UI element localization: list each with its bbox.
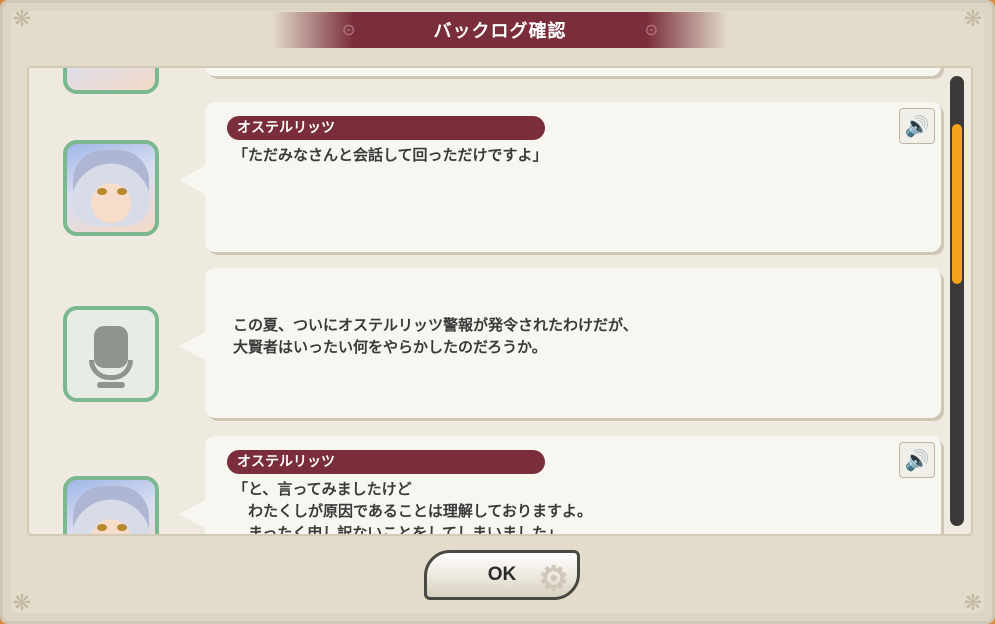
scrollbar[interactable] [950,76,964,526]
list-item: オステルリッツ 🔊 「と、言ってみましたけど わたくしが原因であることは理解して… [29,436,949,536]
speaker-name-tag: オステルリッツ [227,116,545,140]
title-ornament-icon: ⊙ [342,20,356,39]
bubble-tail [179,332,205,360]
portrait-eye [117,188,127,195]
character-portrait [63,68,159,94]
corner-ornament-icon: ❋ [963,591,983,616]
portrait-hair [73,486,149,534]
dialogue-bubble: オステルリッツ 🔊 「ただみなさんと会話して回っただけですよ」 [179,102,941,252]
dialogue-text: 「ただみなさんと会話して回っただけですよ」 [233,146,548,164]
ok-label: OK [487,564,517,585]
mic-base [97,382,125,388]
portrait-hair [73,150,149,226]
title-bar: ⊙ バックログ確認 ⊙ [272,12,728,48]
narration-text: この夏、ついにオステルリッツ警報が発令されたわけだが、 大賢者はいったい何をやら… [233,316,638,356]
bubble-tail [179,500,205,528]
list-item: オステルリッツ 🔊 「ただみなさんと会話して回っただけですよ」 [29,100,949,252]
dialogue-bubble [205,68,941,76]
speaker-name-tag: オステルリッツ [227,450,545,474]
list-item [29,68,949,94]
portrait-eye [117,524,127,531]
character-portrait [63,476,159,534]
corner-ornament-icon: ❋ [12,591,32,616]
corner-ornament-icon: ❋ [12,7,32,32]
gear-icon: ⚙ [538,560,569,598]
backlog-list[interactable]: オステルリッツ 🔊 「ただみなさんと会話して回っただけですよ」 この夏、ついにオ… [27,66,973,536]
speaker-icon[interactable]: 🔊 [899,108,935,144]
character-portrait [63,140,159,236]
dialogue-text: 「と、言ってみましたけど わたくしが原因であることは理解しておりますよ。 まった… [233,480,592,536]
portrait-eye [97,188,107,195]
mic-stand [89,360,133,380]
dialogue-bubble: この夏、ついにオステルリッツ警報が発令されたわけだが、 大賢者はいったい何をやら… [179,268,941,418]
speaker-icon[interactable]: 🔊 [899,442,935,478]
scroll-thumb[interactable] [952,124,962,284]
corner-ornament-icon: ❋ [963,7,983,32]
portrait-eye [97,524,107,531]
title-ornament-icon: ⊙ [644,20,658,39]
page-title: バックログ確認 [433,21,567,42]
bubble-tail [179,166,205,194]
narrator-mic-icon [63,306,159,402]
list-item: この夏、ついにオステルリッツ警報が発令されたわけだが、 大賢者はいったい何をやら… [29,268,949,418]
dialogue-bubble: オステルリッツ 🔊 「と、言ってみましたけど わたくしが原因であることは理解して… [179,436,941,536]
ok-button[interactable]: ⚙ OK [424,550,580,600]
